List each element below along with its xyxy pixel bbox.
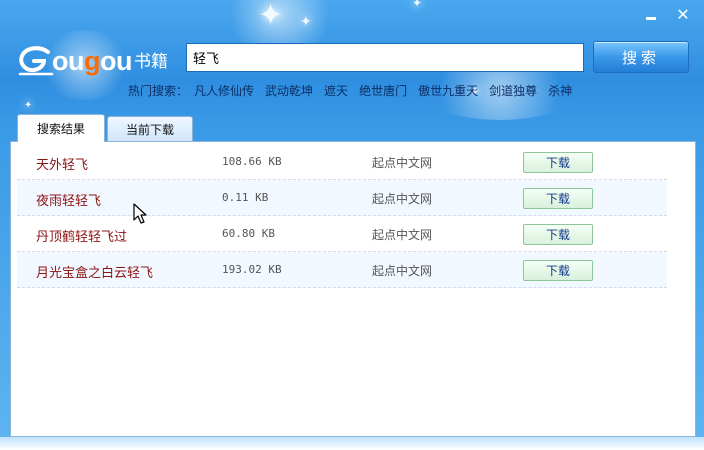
download-button[interactable]: 下载	[523, 188, 593, 209]
close-button[interactable]: ✕	[672, 4, 694, 24]
book-title-link[interactable]: 夜雨轻轻飞	[36, 190, 101, 209]
hot-searches-label: 热门搜索：	[128, 83, 189, 98]
tab-current-downloads[interactable]: 当前下载	[107, 116, 193, 141]
tab-search-results[interactable]: 搜索结果	[17, 114, 105, 142]
book-title-link[interactable]: 月光宝盒之白云轻飞	[36, 262, 153, 281]
search-input[interactable]	[186, 43, 584, 72]
file-size: 108.66 KB	[222, 155, 282, 168]
hot-searches: 热门搜索： 凡人修仙传 武动乾坤 遮天 绝世唐门 傲世九重天 剑道独尊 杀神	[128, 81, 583, 99]
table-row: 丹顶鹤轻轻飞过 60.80 KB 起点中文网 下载	[17, 216, 667, 252]
book-title-link[interactable]: 丹顶鹤轻轻飞过	[36, 226, 127, 245]
download-button[interactable]: 下载	[523, 152, 593, 173]
minimize-icon	[646, 16, 656, 20]
mouse-cursor-icon	[133, 203, 147, 224]
results-panel: 天外轻飞 108.66 KB 起点中文网 下载 夜雨轻轻飞 0.11 KB 起点…	[10, 141, 696, 437]
hot-search-link[interactable]: 遮天	[324, 82, 348, 99]
close-icon: ✕	[676, 4, 690, 24]
book-source: 起点中文网	[372, 228, 433, 242]
book-title-link[interactable]: 天外轻飞	[36, 154, 88, 173]
book-source: 起点中文网	[372, 264, 433, 278]
hot-search-link[interactable]: 傲世九重天	[418, 82, 478, 99]
file-size: 193.02 KB	[222, 263, 282, 276]
star-icon: ✦	[300, 14, 312, 30]
book-source: 起点中文网	[372, 156, 433, 170]
app-window: ✦ ✦ ✦ ✦ ✦ ✕ ougou 书籍 搜索 热门搜索： 凡人修仙传 武动乾坤…	[0, 0, 704, 450]
hot-search-link[interactable]: 武动乾坤	[265, 82, 313, 99]
table-row: 月光宝盒之白云轻飞 193.02 KB 起点中文网 下载	[17, 252, 667, 288]
star-icon: ✦	[258, 0, 284, 33]
logo-wordmark: ougou	[52, 46, 133, 76]
file-size: 60.80 KB	[222, 227, 275, 240]
download-button[interactable]: 下载	[523, 260, 593, 281]
minimize-button[interactable]	[640, 4, 662, 24]
hot-search-link[interactable]: 杀神	[548, 82, 572, 99]
search-button[interactable]: 搜索	[593, 41, 689, 73]
star-icon: ✦	[412, 0, 423, 10]
book-source: 起点中文网	[372, 192, 433, 206]
table-row: 夜雨轻轻飞 0.11 KB 起点中文网 下载	[17, 180, 667, 216]
star-icon: ✦	[24, 100, 33, 111]
logo-mark-icon	[18, 46, 54, 76]
hot-search-link[interactable]: 凡人修仙传	[194, 82, 254, 99]
download-button[interactable]: 下载	[523, 224, 593, 245]
file-size: 0.11 KB	[222, 191, 269, 204]
logo-product-label: 书籍	[134, 52, 168, 72]
sougou-logo: ougou 书籍	[18, 40, 168, 76]
table-row: 天外轻飞 108.66 KB 起点中文网 下载	[17, 144, 667, 180]
hot-search-link[interactable]: 绝世唐门	[359, 82, 407, 99]
hot-search-link[interactable]: 剑道独尊	[489, 82, 537, 99]
bottom-cloud-strip	[0, 437, 704, 450]
